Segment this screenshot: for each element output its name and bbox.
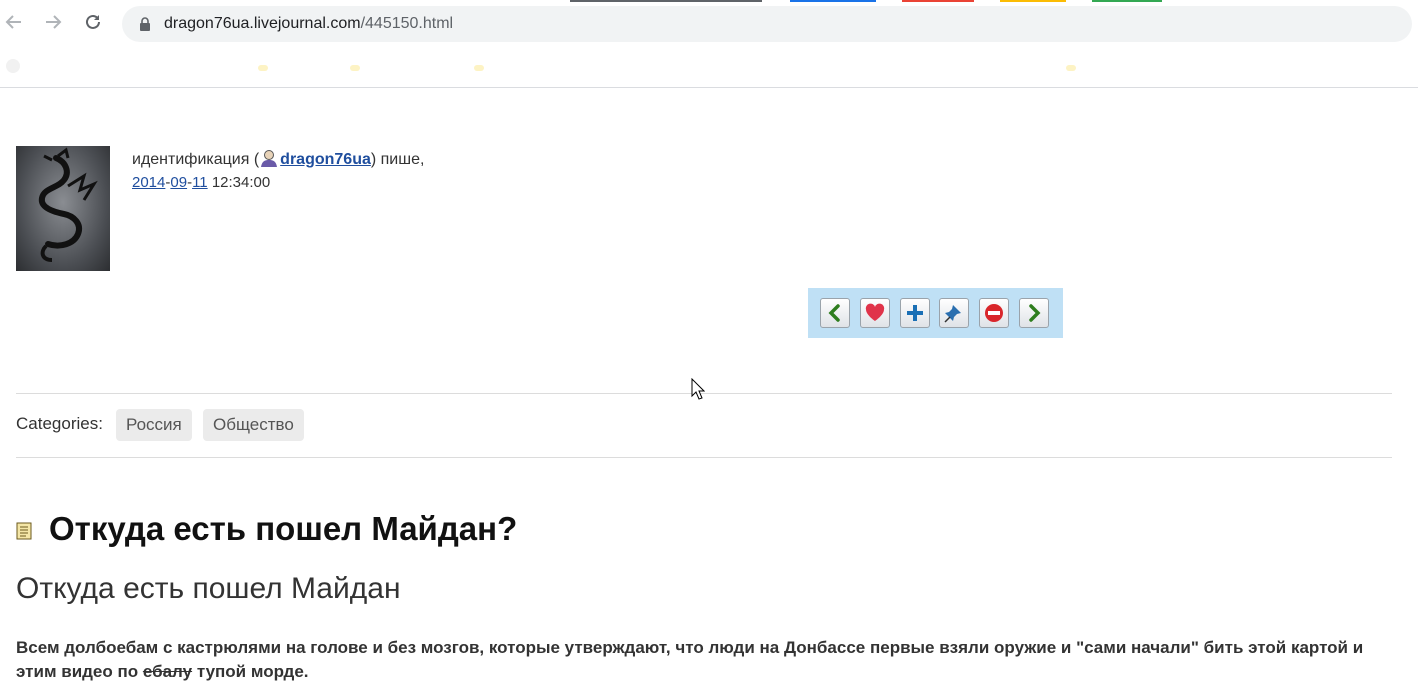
previous-entry-button[interactable]	[820, 298, 850, 328]
post-paragraph: Всем долбоебам с кастрюлями на голове и …	[16, 636, 1396, 684]
next-arrow-icon	[1029, 304, 1041, 322]
username-link[interactable]: dragon76ua	[280, 151, 371, 168]
category-tag-society[interactable]: Общество	[203, 409, 304, 441]
date-month-link[interactable]: 09	[170, 174, 187, 191]
url-path: /445150.html	[360, 15, 454, 32]
tab-strip-dark	[570, 0, 762, 2]
post-time: 12:34:00	[211, 174, 271, 191]
pin-button[interactable]	[939, 298, 969, 328]
pin-icon	[944, 305, 961, 323]
post-action-bar	[808, 288, 1063, 338]
bookmark-favicon[interactable]	[6, 59, 20, 73]
mouse-cursor-icon	[691, 378, 705, 400]
bookmarks-bar	[0, 50, 1418, 88]
reload-icon[interactable]	[80, 12, 106, 38]
divider	[16, 457, 1392, 458]
forward-arrow-icon[interactable]	[40, 12, 66, 38]
lock-icon	[140, 17, 150, 31]
byline-prefix: идентификация (	[132, 151, 260, 168]
dragon-icon	[38, 147, 98, 262]
date-year-link[interactable]: 2014	[132, 174, 165, 191]
url-text: dragon76ua.livejournal.com/445150.html	[164, 15, 453, 33]
tab-strip-red	[902, 0, 974, 2]
categories-label: Categories:	[16, 414, 103, 433]
date-day-link[interactable]: 11	[192, 174, 208, 191]
post-subtitle: Откуда есть пошел Майдан	[16, 572, 401, 605]
add-button[interactable]	[900, 298, 930, 328]
plus-icon	[907, 305, 923, 321]
add-to-memories-button[interactable]	[860, 298, 890, 328]
post-byline: идентификация ( dragon76ua) пише,	[132, 148, 424, 175]
browser-toolbar: dragon76ua.livejournal.com/445150.html	[0, 0, 1418, 50]
url-host: dragon76ua.livejournal.com	[164, 15, 361, 32]
post-date: 2014-09-11 12:34:00	[132, 172, 270, 194]
bookmark-folder-icon[interactable]	[258, 65, 268, 71]
post-title: Откуда есть пошел Майдан?	[49, 510, 518, 547]
bookmark-folder-icon[interactable]	[474, 65, 484, 71]
previous-arrow-icon	[828, 304, 840, 322]
byline-suffix: ) пише,	[370, 151, 425, 168]
heart-icon	[865, 303, 885, 321]
bookmark-folder-icon[interactable]	[1066, 65, 1076, 71]
tab-strip-yellow	[1000, 0, 1066, 2]
tab-strip-green	[1092, 0, 1162, 2]
tab-strip-blue	[790, 0, 876, 2]
delete-button[interactable]	[979, 298, 1009, 328]
back-arrow-icon[interactable]	[1, 12, 27, 38]
next-entry-button[interactable]	[1019, 298, 1049, 328]
post-document-icon	[16, 522, 32, 540]
address-bar[interactable]: dragon76ua.livejournal.com/445150.html	[122, 6, 1412, 42]
bookmark-folder-icon[interactable]	[350, 65, 360, 71]
user-avatar[interactable]	[16, 146, 110, 271]
stop-icon	[985, 304, 1003, 322]
category-tag-russia[interactable]: Россия	[116, 409, 192, 441]
struck-word: ебалу	[142, 662, 193, 681]
paragraph-text-end: тупой морде.	[192, 662, 309, 681]
